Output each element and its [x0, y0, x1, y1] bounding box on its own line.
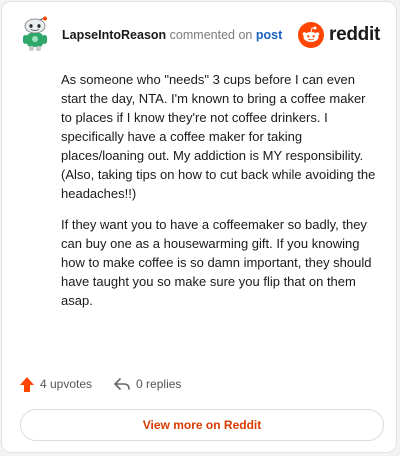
comment-body: As someone who "needs" 3 cups before I c… — [61, 70, 379, 322]
comment-meta: LapseIntoReason commented on post — [62, 28, 282, 42]
comment-header: LapseIntoReason commented on post reddit — [18, 16, 382, 56]
username[interactable]: LapseIntoReason — [62, 28, 166, 42]
upvote-count: 4 upvotes — [40, 377, 93, 391]
reply-arrow-icon — [114, 377, 130, 390]
reply-count: 0 replies — [136, 377, 182, 391]
upvote-arrow-icon — [20, 376, 34, 392]
reply-button[interactable]: 0 replies — [114, 377, 181, 391]
brand-wordmark: reddit — [329, 24, 380, 45]
comment-paragraph: As someone who "needs" 3 cups before I c… — [61, 72, 376, 201]
view-more-button[interactable]: View more on Reddit — [20, 409, 384, 441]
action-verb: commented on — [169, 28, 253, 42]
comment-embed-card: LapseIntoReason commented on post reddit… — [1, 1, 397, 453]
reddit-snoo-icon — [298, 22, 325, 48]
upvote-button[interactable]: 4 upvotes — [20, 376, 93, 392]
comment-paragraph: If they want you to have a coffeemaker s… — [61, 217, 372, 308]
avatar[interactable] — [18, 16, 52, 52]
comment-actions: 4 upvotes 0 replies — [20, 374, 203, 394]
reddit-logo[interactable]: reddit — [298, 22, 380, 48]
post-link[interactable]: post — [256, 28, 282, 42]
